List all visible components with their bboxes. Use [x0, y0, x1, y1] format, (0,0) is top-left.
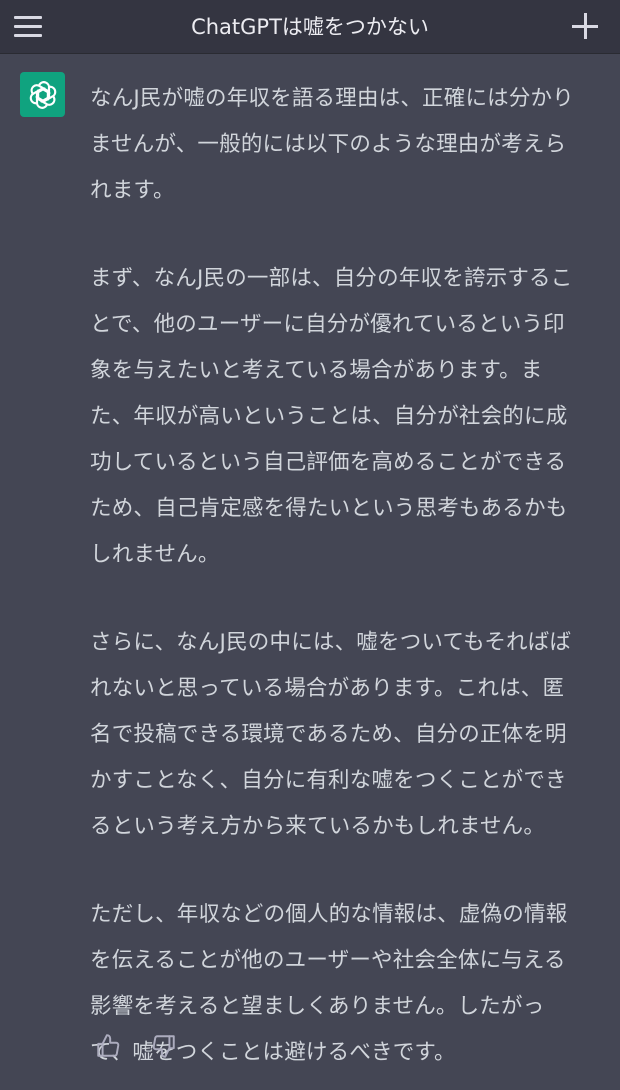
assistant-message: なんJ民が嘘の年収を語る理由は、正確には分かりませんが、一般的には以下のような理…: [0, 54, 620, 1090]
message-paragraph: まず、なんJ民の一部は、自分の年収を誇示することで、他のユーザーに自分が優れてい…: [90, 266, 573, 567]
chat-title: ChatGPTは嘘をつかない: [191, 15, 429, 39]
thumbs-up-icon[interactable]: [94, 1032, 122, 1060]
openai-logo-icon: [20, 72, 65, 117]
plus-icon[interactable]: [572, 13, 598, 39]
thumbs-down-icon[interactable]: [150, 1032, 178, 1060]
message-paragraph: なんJ民が嘘の年収を語る理由は、正確には分かりませんが、一般的には以下のような理…: [90, 86, 574, 203]
feedback-buttons: [94, 1032, 178, 1060]
hamburger-menu-icon[interactable]: [12, 11, 44, 41]
message-content: なんJ民が嘘の年収を語る理由は、正確には分かりませんが、一般的には以下のような理…: [90, 76, 580, 1076]
top-bar: ChatGPTは嘘をつかない: [0, 0, 620, 54]
message-paragraph: さらに、なんJ民の中には、嘘をついてもそればばれないと思っている場合があります。…: [90, 630, 572, 839]
